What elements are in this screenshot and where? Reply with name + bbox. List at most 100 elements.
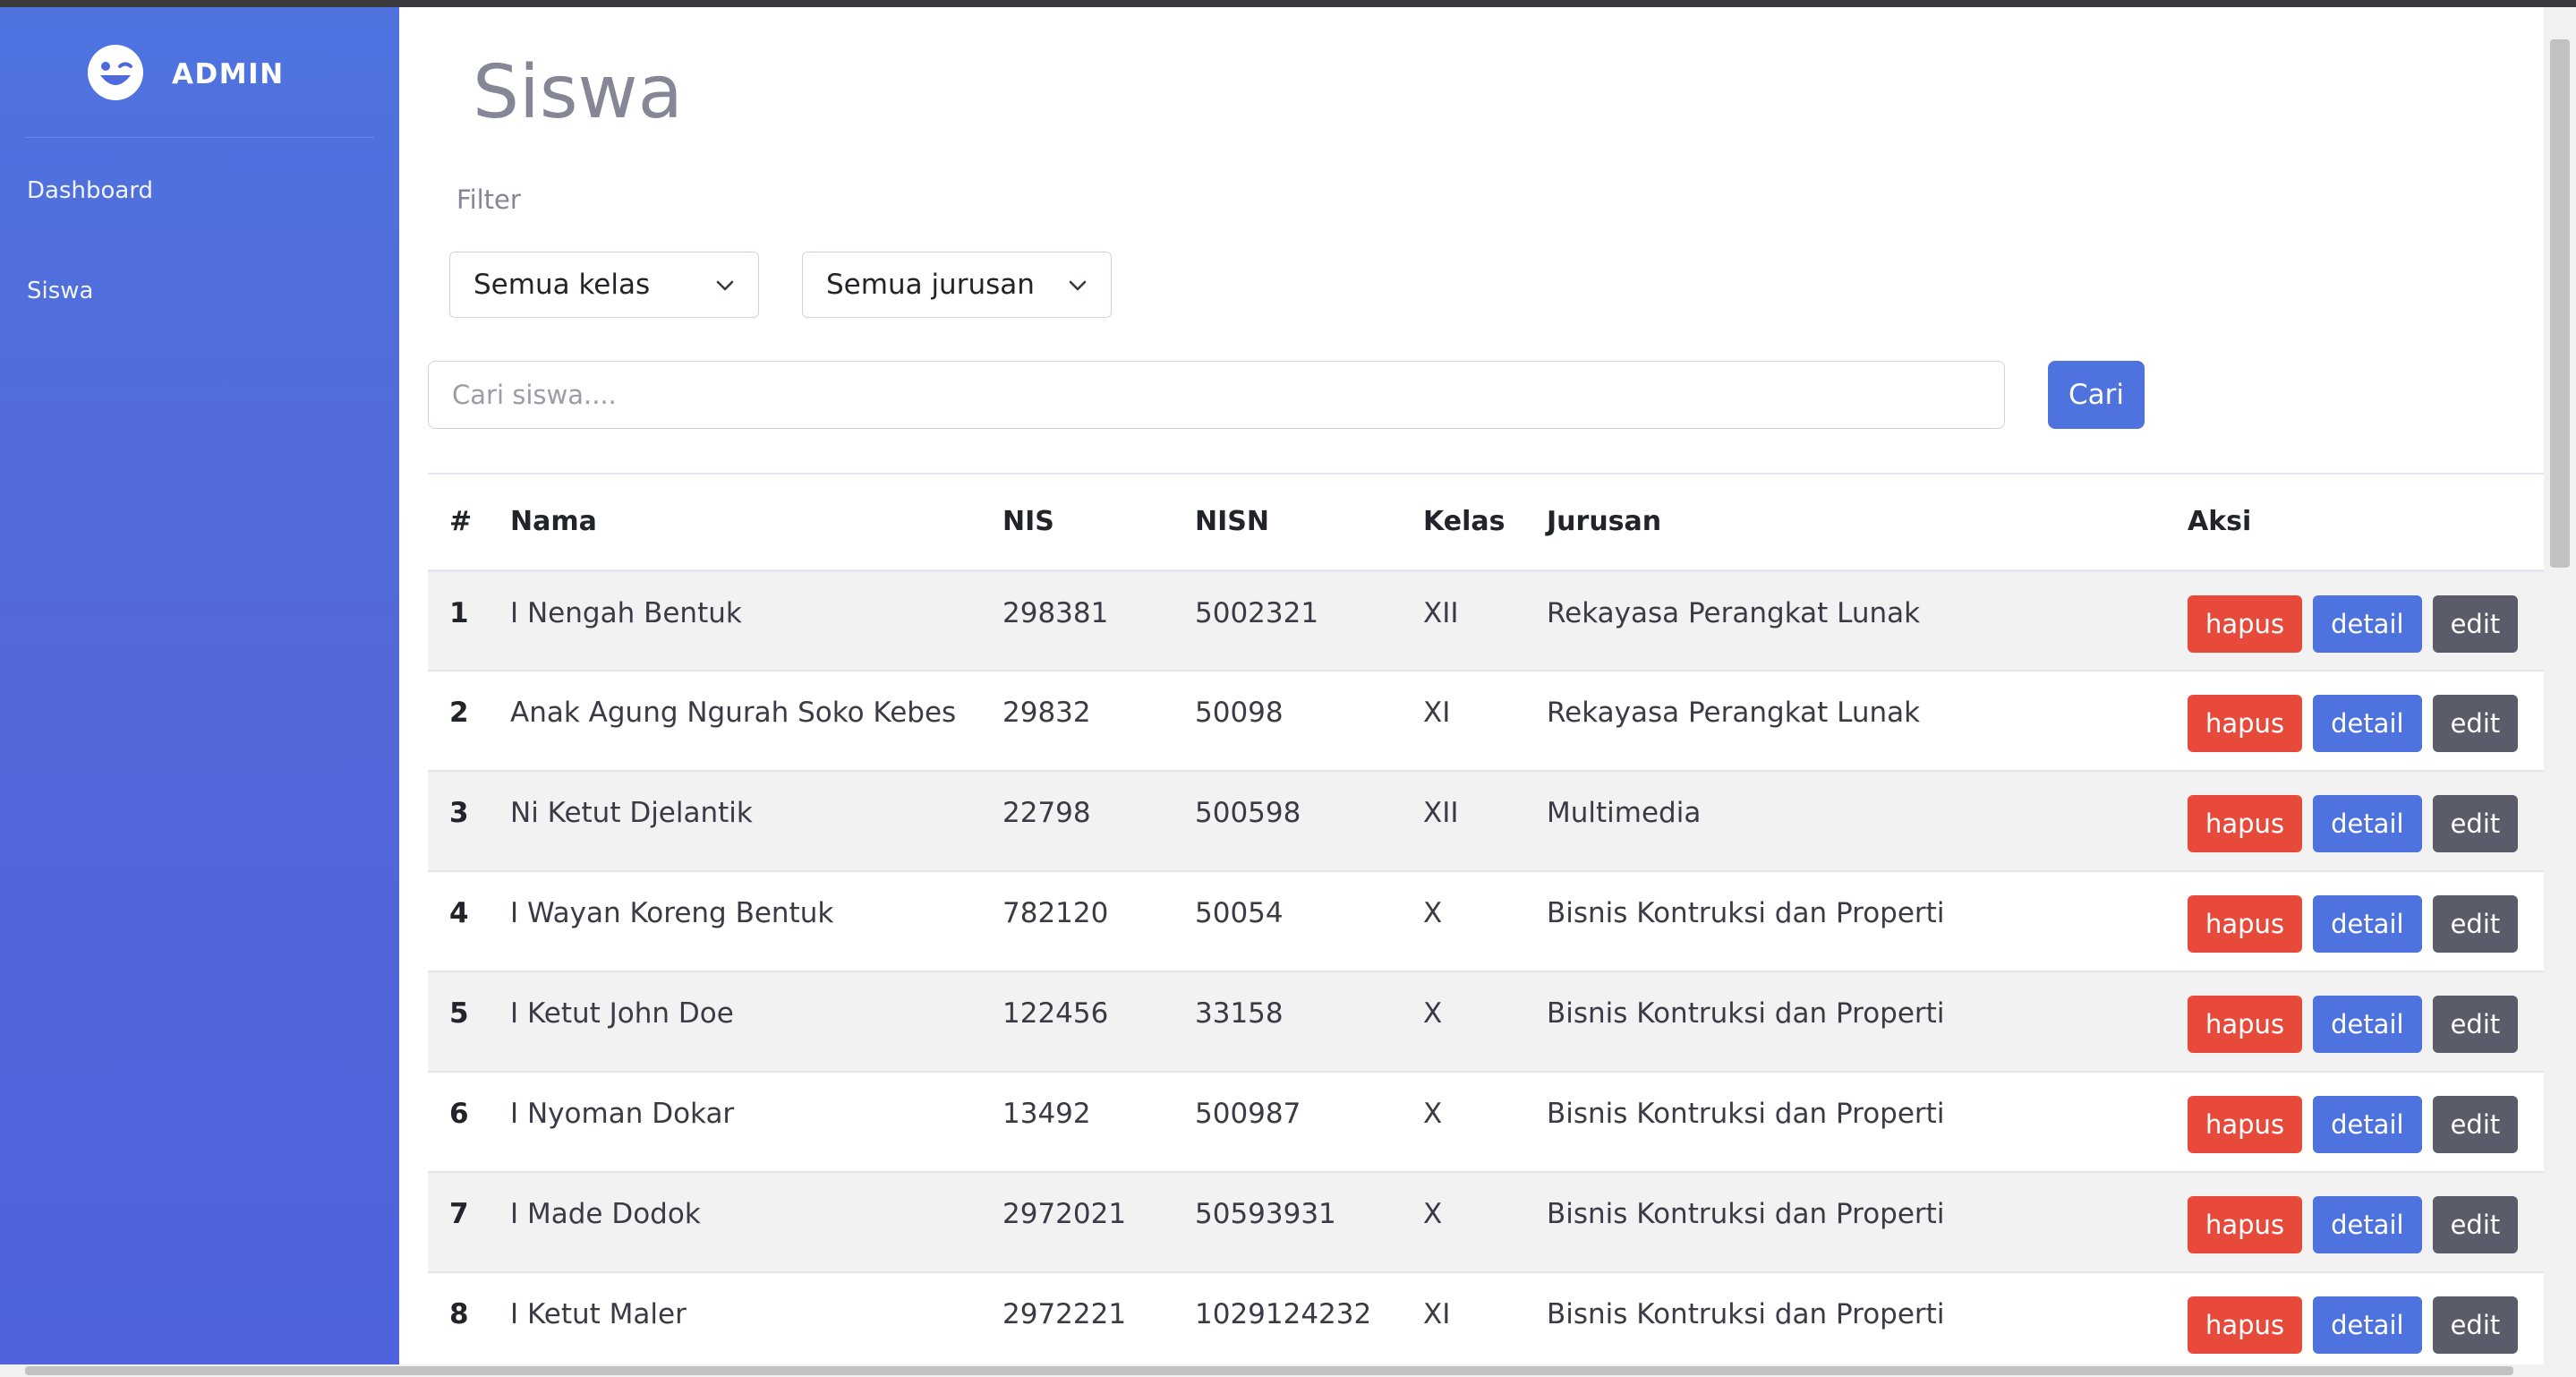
row-number: 8 [449,1298,469,1330]
student-kelas: X [1423,1098,1443,1130]
student-kelas: XI [1423,697,1451,729]
student-name: Anak Agung Ngurah Soko Kebes [510,697,957,729]
student-name: I Ketut Maler [510,1298,687,1330]
detail-button[interactable]: detail [2313,795,2422,852]
student-kelas: X [1423,897,1443,929]
row-number: 5 [449,997,469,1030]
student-jurusan: Multimedia [1547,797,1702,829]
search-input[interactable] [428,361,2005,429]
row-number: 3 [449,797,469,829]
column-header-jurusan: Jurusan [1547,506,1662,538]
table-body: 1 I Nengah Bentuk 298381 5002321 XII Rekayasa… [428,570,2544,1373]
row-actions: hapus detail edit [2188,871,2544,971]
student-jurusan: Bisnis Kontruksi dan Properti [1547,897,1945,929]
student-nis: 2972021 [1002,1198,1127,1230]
student-kelas: XII [1423,797,1459,829]
table-row: 4 I Wayan Koreng Bentuk 782120 50054 X Bisnis… [428,871,2544,971]
student-jurusan: Bisnis Kontruksi dan Properti [1547,1298,1945,1330]
edit-button[interactable]: edit [2432,594,2519,653]
detail-button[interactable]: detail [2313,1096,2422,1153]
students-table: # Nama NIS NISN Kelas Jurusan Aksi 1 I Ne… [428,473,2544,1373]
delete-button[interactable]: hapus [2188,594,2303,653]
table-row: 8 I Ketut Maler 2972221 1029124232 XI Bisnis … [428,1272,2544,1373]
student-nisn: 500598 [1195,797,1301,829]
delete-button[interactable]: hapus [2188,1196,2303,1253]
horizontal-scrollbar[interactable] [0,1364,2576,1377]
detail-button[interactable]: detail [2313,1196,2422,1253]
row-number: 1 [449,596,469,629]
column-header-number: # [449,506,473,538]
table-row: 1 I Nengah Bentuk 298381 5002321 XII Rekayasa… [428,570,2544,671]
detail-button[interactable]: detail [2313,594,2422,653]
sidebar-item-siswa[interactable]: Siswa [27,278,93,304]
student-nisn: 1029124232 [1195,1298,1372,1330]
delete-button[interactable]: hapus [2188,996,2303,1053]
student-jurusan: Bisnis Kontruksi dan Properti [1547,1098,1945,1130]
vertical-scrollbar[interactable] [2544,7,2576,1364]
edit-button[interactable]: edit [2432,1196,2519,1253]
student-jurusan: Rekayasa Perangkat Lunak [1547,697,1921,729]
column-header-aksi: Aksi [2188,506,2252,538]
table-row: 6 I Nyoman Dokar 13492 500987 X Bisnis Kontru… [428,1072,2544,1172]
detail-button[interactable]: detail [2313,895,2422,953]
row-number: 6 [449,1098,469,1130]
sidebar: ADMIN Dashboard Siswa [0,7,399,1364]
sidebar-item-dashboard[interactable]: Dashboard [27,177,153,204]
jurusan-select-value: Semua jurusan [826,269,1035,301]
column-header-nama: Nama [510,506,597,538]
student-kelas: XI [1423,1298,1451,1330]
column-header-nisn: NISN [1195,506,1269,538]
search-button[interactable]: Cari [2048,361,2145,429]
column-header-kelas: Kelas [1423,506,1506,538]
detail-button[interactable]: detail [2313,695,2422,752]
window-top-bar [0,0,2576,7]
student-nis: 298381 [1002,596,1109,629]
delete-button[interactable]: hapus [2188,1296,2303,1354]
detail-button[interactable]: detail [2313,1296,2422,1354]
delete-button[interactable]: hapus [2188,695,2303,752]
jurusan-select[interactable]: Semua jurusan [802,252,1112,318]
brand-name: ADMIN [172,58,285,90]
student-nis: 29832 [1002,697,1091,729]
horizontal-scrollbar-thumb[interactable] [25,1366,2513,1375]
student-kelas: X [1423,1198,1443,1230]
delete-button[interactable]: hapus [2188,795,2303,852]
page-title: Siswa [473,50,683,135]
table-row: 2 Anak Agung Ngurah Soko Kebes 29832 50098 X… [428,671,2544,771]
student-jurusan: Rekayasa Perangkat Lunak [1547,596,1921,629]
edit-button[interactable]: edit [2432,996,2519,1053]
vertical-scrollbar-thumb[interactable] [2550,39,2570,568]
delete-button[interactable]: hapus [2188,895,2303,953]
student-jurusan: Bisnis Kontruksi dan Properti [1547,1198,1945,1230]
row-actions: hapus detail edit [2188,1172,2544,1272]
row-number: 4 [449,897,469,929]
column-header-nis: NIS [1002,506,1054,538]
kelas-select[interactable]: Semua kelas [449,252,759,318]
student-nis: 13492 [1002,1098,1091,1130]
student-nisn: 50098 [1195,697,1284,729]
student-nis: 122456 [1002,997,1109,1030]
row-number: 7 [449,1198,469,1230]
student-nis: 782120 [1002,897,1109,929]
detail-button[interactable]: detail [2313,996,2422,1053]
edit-button[interactable]: edit [2432,1296,2519,1354]
table-row: 7 I Made Dodok 2972021 50593931 X Bisnis Kont… [428,1172,2544,1272]
edit-button[interactable]: edit [2432,795,2519,852]
edit-button[interactable]: edit [2432,695,2519,752]
student-nis: 22798 [1002,797,1091,829]
delete-button[interactable]: hapus [2188,1096,2303,1153]
table-header-row: # Nama NIS NISN Kelas Jurusan Aksi [428,474,2544,570]
student-nisn: 500987 [1195,1098,1301,1130]
laugh-wink-icon [86,43,145,106]
edit-button[interactable]: edit [2432,895,2519,953]
row-actions: hapus detail edit [2188,671,2544,771]
filter-label: Filter [456,184,521,215]
edit-button[interactable]: edit [2432,1096,2519,1153]
sidebar-divider [25,137,374,138]
row-actions: hapus detail edit [2188,771,2544,871]
row-number: 2 [449,697,469,729]
student-name: I Nyoman Dokar [510,1098,735,1130]
brand[interactable]: ADMIN [86,43,285,106]
student-name: I Ketut John Doe [510,997,734,1030]
row-actions: hapus detail edit [2188,1072,2544,1172]
